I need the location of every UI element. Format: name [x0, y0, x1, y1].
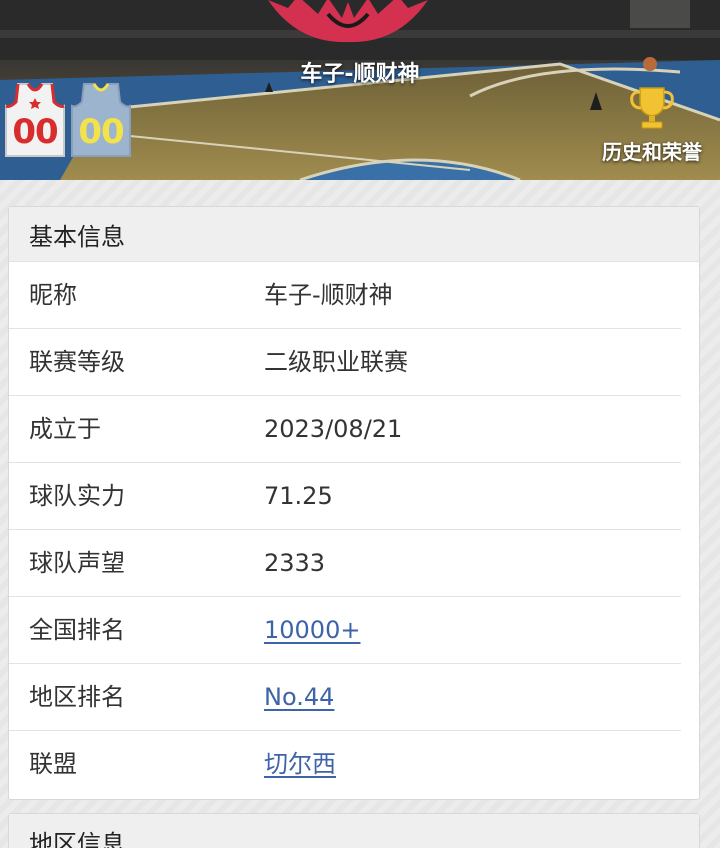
- founded-date-value: 2023/08/21: [264, 415, 403, 443]
- team-strength-label: 球队实力: [29, 482, 125, 510]
- national-rank-label: 全国排名: [29, 616, 125, 644]
- away-jersey-icon[interactable]: 00: [70, 82, 132, 158]
- founded-date-label: 成立于: [29, 415, 101, 443]
- info-row-alliance: 联盟 切尔西: [9, 731, 681, 798]
- national-rank-link[interactable]: 10000+: [264, 597, 360, 664]
- region-info-card: 地区信息: [8, 813, 700, 848]
- region-info-title: 地区信息: [9, 814, 699, 848]
- trophy-icon: [630, 87, 674, 129]
- team-strength-value: 71.25: [264, 482, 333, 510]
- basic-info-list: 昵称 车子-顺财神联赛等级 二级职业联赛成立于 2023/08/21 球队实力 71.25…: [9, 262, 699, 798]
- history-honors-button[interactable]: 历史和荣誉: [592, 84, 712, 164]
- basic-info-title: 基本信息: [9, 207, 699, 262]
- nickname-value: 车子-顺财神: [264, 281, 393, 309]
- away-jersey-number: 00: [78, 112, 124, 152]
- info-row-team-strength: 球队实力 71.25: [9, 463, 681, 530]
- nickname-label: 昵称: [29, 281, 77, 309]
- team-banner: 车子-顺财神 00 00 历史和荣誉: [0, 0, 720, 180]
- team-reputation-value: 2333: [264, 549, 326, 577]
- basic-info-card: 基本信息 昵称 车子-顺财神联赛等级 二级职业联赛成立于 2023/08/21 球队实力…: [8, 206, 700, 800]
- alliance-label: 联盟: [29, 750, 77, 778]
- info-row-league-level: 联赛等级 二级职业联赛: [9, 329, 681, 396]
- info-row-regional-rank: 地区排名 No.44: [9, 664, 681, 731]
- info-row-founded-date: 成立于 2023/08/21: [9, 396, 681, 463]
- team-reputation-label: 球队声望: [29, 549, 125, 577]
- home-jersey-icon[interactable]: 00: [4, 82, 66, 158]
- history-honors-label: 历史和荣誉: [602, 140, 702, 164]
- info-row-nickname: 昵称 车子-顺财神: [9, 262, 681, 329]
- home-jersey-number: 00: [12, 112, 58, 152]
- regional-rank-label: 地区排名: [29, 683, 125, 711]
- alliance-link[interactable]: 切尔西: [264, 731, 336, 798]
- info-row-national-rank: 全国排名 10000+: [9, 597, 681, 664]
- regional-rank-link[interactable]: No.44: [264, 664, 334, 731]
- league-level-label: 联赛等级: [29, 348, 125, 376]
- league-level-value: 二级职业联赛: [264, 348, 408, 376]
- team-logo-icon: [268, 0, 428, 43]
- info-row-team-reputation: 球队声望 2333: [9, 530, 681, 597]
